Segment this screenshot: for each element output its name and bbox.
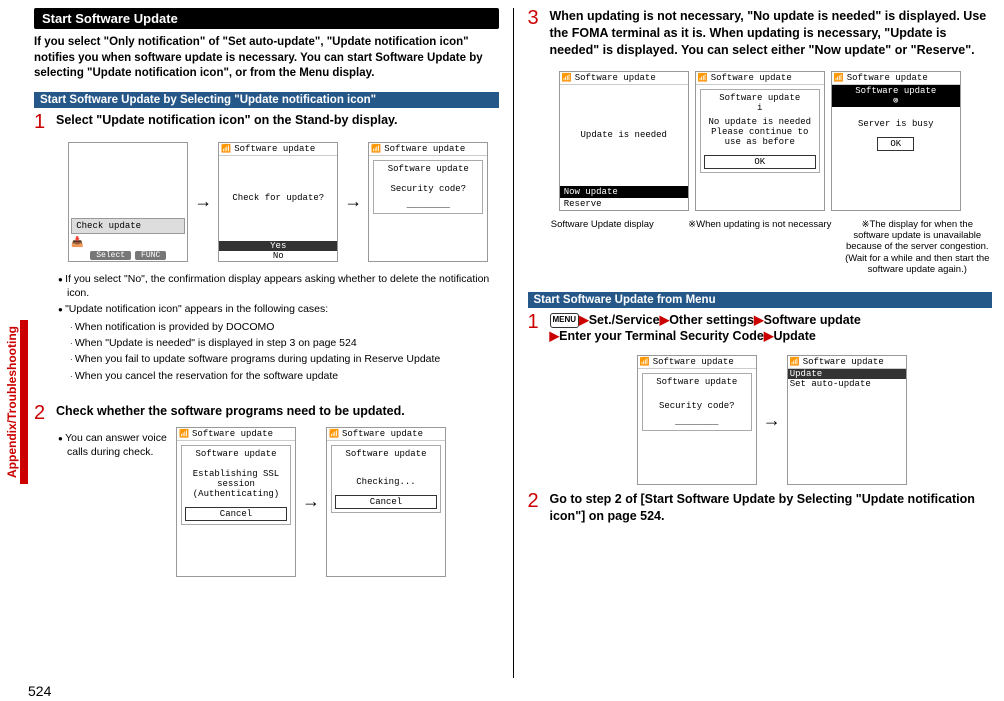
screen-title: Software update	[192, 429, 273, 439]
screen-subtitle: Software update	[855, 86, 936, 96]
screen-text: Checking...	[335, 477, 437, 487]
screen-subtitle: Software update Security code? ________	[373, 160, 483, 214]
screen-subtitle: Software update	[185, 449, 287, 459]
page-number: 524	[28, 683, 51, 699]
cancel-button: Cancel	[185, 507, 287, 521]
right-column: 3 When updating is not necessary, "No up…	[528, 8, 993, 678]
caption: Software Update display	[528, 219, 678, 276]
step-3: 3 When updating is not necessary, "No up…	[528, 8, 993, 59]
menu-step-2: 2 Go to step 2 of [Start Software Update…	[528, 491, 993, 525]
sub-bullet: When you cancel the reservation for the …	[70, 369, 499, 383]
screen-ssl: 📶Software update Software update Establi…	[176, 427, 296, 577]
note-2: You can answer voice calls during check.	[58, 431, 168, 461]
intro-text: If you select "Only notification" of "Se…	[34, 35, 499, 82]
menu-step-1: 1 MENU▶Set./Service▶Other settings▶Softw…	[528, 312, 993, 346]
screen-title: Software update	[803, 357, 884, 367]
step-1: 1 Select "Update notification icon" on t…	[34, 112, 499, 132]
screen-subtitle: Software update i	[704, 93, 816, 113]
arrow-icon: →	[194, 191, 212, 212]
cancel-button: Cancel	[335, 495, 437, 509]
screen-security-menu: 📶Software update Software update Securit…	[637, 355, 757, 485]
option-set-auto: Set auto-update	[788, 379, 906, 389]
screen-text: Establishing SSL session (Authenticating…	[185, 469, 287, 499]
left-column: Start Software Update If you select "Onl…	[12, 8, 499, 678]
screen-subtitle: Software update	[335, 449, 437, 459]
step-number: 2	[34, 403, 52, 423]
side-tab: Appendix/Troubleshooting	[4, 320, 28, 484]
sub-bullet: When "Update is needed" is displayed in …	[70, 336, 499, 350]
bullet-item: "Update notification icon" appears in th…	[58, 302, 499, 316]
screens-row-3: 📶Software update Update is needed Now up…	[528, 71, 993, 211]
caption: ※The display for when the software updat…	[843, 219, 993, 276]
softkey-func: FUNC	[135, 251, 166, 260]
section-header: Start Software Update	[34, 8, 499, 29]
ok-button: OK	[877, 137, 914, 151]
screen-subtitle: Software update	[646, 377, 748, 387]
screen-update-needed: 📶Software update Update is needed Now up…	[559, 71, 689, 211]
screen-title: Software update	[342, 429, 423, 439]
screen-text: Update is needed	[581, 130, 667, 140]
arrow-icon: →	[344, 191, 362, 212]
screen-title: Software update	[847, 73, 928, 83]
step-text: Select "Update notification icon" on the…	[56, 112, 398, 129]
step-number: 1	[34, 112, 52, 132]
screen-no-update: 📶Software update Software update i No up…	[695, 71, 825, 211]
screen-captions: Software Update display ※When updating i…	[528, 219, 993, 276]
screen-title: Software update	[575, 73, 656, 83]
check-update-row: Check update	[71, 218, 185, 234]
option-now-update: Now update	[560, 186, 688, 198]
step-text: When updating is not necessary, "No upda…	[550, 8, 993, 59]
bullet-item: You can answer voice calls during check.	[58, 431, 168, 459]
error-icon: ⊗	[893, 96, 898, 106]
step-number: 1	[528, 312, 546, 332]
screen-text: Security code?	[646, 401, 748, 411]
step-number: 3	[528, 8, 546, 28]
step-number: 2	[528, 491, 546, 511]
screen-security: 📶Software update Software update Securit…	[368, 142, 488, 262]
menu-icon: MENU	[550, 313, 580, 328]
bullets-1: If you select "No", the confirmation dis…	[58, 272, 499, 393]
sub-bullet: When you fail to update software program…	[70, 352, 499, 366]
input-line: ________	[646, 417, 748, 427]
screen-title: Software update	[653, 357, 734, 367]
screen-text: Check for update?	[232, 193, 324, 203]
softkey-select: Select	[90, 251, 131, 260]
step-text: MENU▶Set./Service▶Other settings▶Softwar…	[550, 312, 861, 346]
screens-row-1: Check update 📥 Select FUNC → 📶Software u…	[58, 142, 499, 262]
status-icons: 📥	[69, 236, 187, 250]
screen-update-menu: 📶Software update Update Set auto-update	[787, 355, 907, 485]
screen-text: Server is busy	[858, 119, 934, 129]
option-yes: Yes	[219, 241, 337, 251]
screen-title: Software update	[384, 144, 465, 154]
step-2: 2 Check whether the software programs ne…	[34, 403, 499, 423]
bullet-item: If you select "No", the confirmation dis…	[58, 272, 499, 300]
screen-server-busy: 📶Software update Software update⊗ Server…	[831, 71, 961, 211]
screen-confirm: 📶Software update Check for update? Yes N…	[218, 142, 338, 262]
screen-text: No update is needed Please continue to u…	[704, 117, 816, 147]
subsection-header: Start Software Update by Selecting "Upda…	[34, 92, 499, 108]
screen-title: Software update	[711, 73, 792, 83]
screens-row-menu: 📶Software update Software update Securit…	[552, 355, 993, 485]
step-text: Go to step 2 of [Start Software Update b…	[550, 491, 993, 525]
screen-standby: Check update 📥 Select FUNC	[68, 142, 188, 262]
screen-checking: 📶Software update Software update Checkin…	[326, 427, 446, 577]
screen-title: Software update	[234, 144, 315, 154]
arrow-icon: →	[302, 491, 320, 512]
subsection-header: Start Software Update from Menu	[528, 292, 993, 308]
sub-bullet: When notification is provided by DOCOMO	[70, 320, 499, 334]
ok-button: OK	[704, 155, 816, 169]
option-no: No	[219, 251, 337, 261]
option-reserve: Reserve	[560, 198, 688, 210]
step-text: Check whether the software programs need…	[56, 403, 405, 420]
option-update: Update	[788, 369, 906, 379]
caption: ※When updating is not necessary	[685, 219, 835, 276]
arrow-icon: →	[763, 410, 781, 431]
